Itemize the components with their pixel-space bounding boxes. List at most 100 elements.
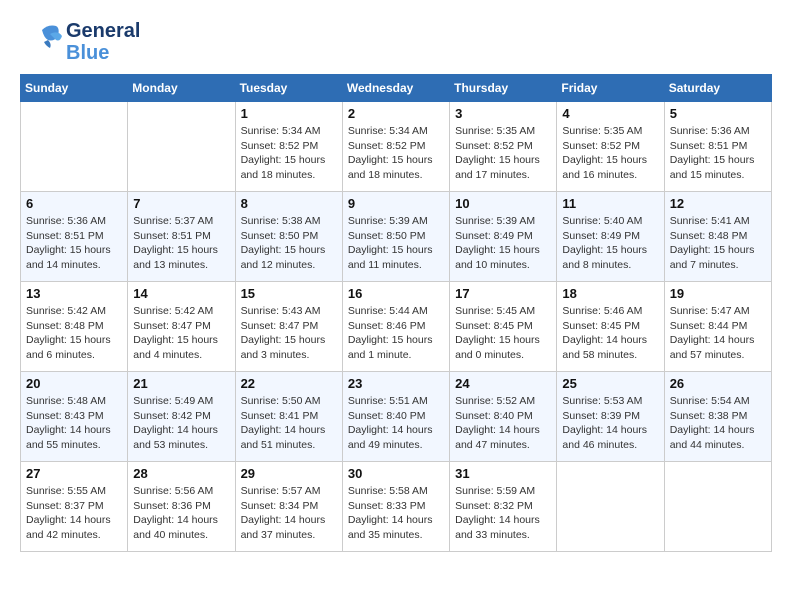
weekday-header-friday: Friday: [557, 75, 664, 102]
day-number: 24: [455, 376, 551, 391]
calendar-cell: 29 Sunrise: 5:57 AM Sunset: 8:34 PM Dayli…: [235, 462, 342, 552]
day-number: 19: [670, 286, 766, 301]
calendar-cell: 3 Sunrise: 5:35 AM Sunset: 8:52 PM Daylig…: [450, 102, 557, 192]
calendar-cell: 28Sunrise: 5:56 AM Sunset: 8:36 PM Dayli…: [128, 462, 235, 552]
day-number: 30: [348, 466, 444, 481]
day-number: 18: [562, 286, 658, 301]
calendar-cell: 22 Sunrise: 5:50 AM Sunset: 8:41 PM Dayli…: [235, 372, 342, 462]
calendar-cell: 5 Sunrise: 5:36 AM Sunset: 8:51 PM Daylig…: [664, 102, 771, 192]
calendar-cell: [21, 102, 128, 192]
calendar-cell: 9 Sunrise: 5:39 AM Sunset: 8:50 PM Daylig…: [342, 192, 449, 282]
day-number: 3: [455, 106, 551, 121]
day-info: Sunrise: 5:51 AM Sunset: 8:40 PM Dayligh…: [348, 394, 444, 453]
day-number: 12: [670, 196, 766, 211]
day-info: Sunrise: 5:53 AM Sunset: 8:39 PM Dayligh…: [562, 394, 658, 453]
day-info: Sunrise: 5:35 AM Sunset: 8:52 PM Dayligh…: [562, 124, 658, 183]
day-info: Sunrise: 5:55 AM Sunset: 8:37 PM Dayligh…: [26, 484, 122, 543]
day-info: Sunrise: 5:45 AM Sunset: 8:45 PM Dayligh…: [455, 304, 551, 363]
day-number: 15: [241, 286, 337, 301]
calendar-cell: 31Sunrise: 5:59 AM Sunset: 8:32 PM Dayli…: [450, 462, 557, 552]
calendar-cell: 2 Sunrise: 5:34 AM Sunset: 8:52 PM Daylig…: [342, 102, 449, 192]
calendar-cell: 14Sunrise: 5:42 AM Sunset: 8:47 PM Dayli…: [128, 282, 235, 372]
day-info: Sunrise: 5:50 AM Sunset: 8:41 PM Dayligh…: [241, 394, 337, 453]
day-number: 17: [455, 286, 551, 301]
calendar-week-2: 6 Sunrise: 5:36 AM Sunset: 8:51 PM Daylig…: [21, 192, 772, 282]
day-number: 22: [241, 376, 337, 391]
calendar-cell: 13 Sunrise: 5:42 AM Sunset: 8:48 PM Dayli…: [21, 282, 128, 372]
day-number: 27: [26, 466, 122, 481]
day-info: Sunrise: 5:46 AM Sunset: 8:45 PM Dayligh…: [562, 304, 658, 363]
day-info: Sunrise: 5:34 AM Sunset: 8:52 PM Dayligh…: [348, 124, 444, 183]
calendar-cell: 27 Sunrise: 5:55 AM Sunset: 8:37 PM Dayli…: [21, 462, 128, 552]
day-info: Sunrise: 5:36 AM Sunset: 8:51 PM Dayligh…: [26, 214, 122, 273]
calendar-cell: 12 Sunrise: 5:41 AM Sunset: 8:48 PM Dayli…: [664, 192, 771, 282]
calendar-week-5: 27 Sunrise: 5:55 AM Sunset: 8:37 PM Dayli…: [21, 462, 772, 552]
logo-blue-label: Blue: [66, 42, 140, 64]
day-number: 8: [241, 196, 337, 211]
calendar-cell: 6 Sunrise: 5:36 AM Sunset: 8:51 PM Daylig…: [21, 192, 128, 282]
calendar-cell: 15 Sunrise: 5:43 AM Sunset: 8:47 PM Dayli…: [235, 282, 342, 372]
day-number: 11: [562, 196, 658, 211]
day-info: Sunrise: 5:44 AM Sunset: 8:46 PM Dayligh…: [348, 304, 444, 363]
calendar-cell: 30Sunrise: 5:58 AM Sunset: 8:33 PM Dayli…: [342, 462, 449, 552]
calendar-cell: [128, 102, 235, 192]
day-info: Sunrise: 5:49 AM Sunset: 8:42 PM Dayligh…: [133, 394, 229, 453]
calendar-cell: 1Sunrise: 5:34 AM Sunset: 8:52 PM Daylig…: [235, 102, 342, 192]
day-info: Sunrise: 5:54 AM Sunset: 8:38 PM Dayligh…: [670, 394, 766, 453]
day-number: 25: [562, 376, 658, 391]
calendar-week-1: 1Sunrise: 5:34 AM Sunset: 8:52 PM Daylig…: [21, 102, 772, 192]
day-info: Sunrise: 5:48 AM Sunset: 8:43 PM Dayligh…: [26, 394, 122, 453]
day-number: 29: [241, 466, 337, 481]
calendar-cell: 16 Sunrise: 5:44 AM Sunset: 8:46 PM Dayli…: [342, 282, 449, 372]
day-number: 6: [26, 196, 122, 211]
day-info: Sunrise: 5:57 AM Sunset: 8:34 PM Dayligh…: [241, 484, 337, 543]
calendar-table: SundayMondayTuesdayWednesdayThursdayFrid…: [20, 74, 772, 552]
day-info: Sunrise: 5:40 AM Sunset: 8:49 PM Dayligh…: [562, 214, 658, 273]
calendar-cell: 19Sunrise: 5:47 AM Sunset: 8:44 PM Dayli…: [664, 282, 771, 372]
day-number: 2: [348, 106, 444, 121]
calendar-cell: [557, 462, 664, 552]
day-info: Sunrise: 5:41 AM Sunset: 8:48 PM Dayligh…: [670, 214, 766, 273]
calendar-cell: 21 Sunrise: 5:49 AM Sunset: 8:42 PM Dayli…: [128, 372, 235, 462]
day-info: Sunrise: 5:39 AM Sunset: 8:49 PM Dayligh…: [455, 214, 551, 273]
calendar-cell: 20 Sunrise: 5:48 AM Sunset: 8:43 PM Dayli…: [21, 372, 128, 462]
logo: General Blue: [20, 20, 140, 64]
logo-general-label: General: [66, 20, 140, 42]
calendar-week-4: 20 Sunrise: 5:48 AM Sunset: 8:43 PM Dayli…: [21, 372, 772, 462]
day-info: Sunrise: 5:38 AM Sunset: 8:50 PM Dayligh…: [241, 214, 337, 273]
logo-bird-shape-icon: [20, 20, 64, 64]
day-info: Sunrise: 5:35 AM Sunset: 8:52 PM Dayligh…: [455, 124, 551, 183]
day-number: 16: [348, 286, 444, 301]
day-info: Sunrise: 5:52 AM Sunset: 8:40 PM Dayligh…: [455, 394, 551, 453]
day-number: 9: [348, 196, 444, 211]
weekday-header-wednesday: Wednesday: [342, 75, 449, 102]
day-info: Sunrise: 5:42 AM Sunset: 8:47 PM Dayligh…: [133, 304, 229, 363]
day-number: 21: [133, 376, 229, 391]
day-number: 10: [455, 196, 551, 211]
day-number: 7: [133, 196, 229, 211]
calendar-cell: 26 Sunrise: 5:54 AM Sunset: 8:38 PM Dayli…: [664, 372, 771, 462]
calendar-cell: 24 Sunrise: 5:52 AM Sunset: 8:40 PM Dayli…: [450, 372, 557, 462]
day-info: Sunrise: 5:36 AM Sunset: 8:51 PM Dayligh…: [670, 124, 766, 183]
day-number: 5: [670, 106, 766, 121]
day-number: 23: [348, 376, 444, 391]
calendar-cell: 25 Sunrise: 5:53 AM Sunset: 8:39 PM Dayli…: [557, 372, 664, 462]
day-number: 20: [26, 376, 122, 391]
day-info: Sunrise: 5:56 AM Sunset: 8:36 PM Dayligh…: [133, 484, 229, 543]
calendar-cell: 7 Sunrise: 5:37 AM Sunset: 8:51 PM Daylig…: [128, 192, 235, 282]
day-number: 13: [26, 286, 122, 301]
day-number: 4: [562, 106, 658, 121]
day-info: Sunrise: 5:43 AM Sunset: 8:47 PM Dayligh…: [241, 304, 337, 363]
day-number: 31: [455, 466, 551, 481]
day-info: Sunrise: 5:39 AM Sunset: 8:50 PM Dayligh…: [348, 214, 444, 273]
day-info: Sunrise: 5:37 AM Sunset: 8:51 PM Dayligh…: [133, 214, 229, 273]
calendar-week-3: 13 Sunrise: 5:42 AM Sunset: 8:48 PM Dayli…: [21, 282, 772, 372]
calendar-cell: 23 Sunrise: 5:51 AM Sunset: 8:40 PM Dayli…: [342, 372, 449, 462]
weekday-header-sunday: Sunday: [21, 75, 128, 102]
day-number: 26: [670, 376, 766, 391]
weekday-header-thursday: Thursday: [450, 75, 557, 102]
calendar-cell: 8 Sunrise: 5:38 AM Sunset: 8:50 PM Daylig…: [235, 192, 342, 282]
page-header: General Blue: [20, 20, 772, 64]
calendar-cell: 11 Sunrise: 5:40 AM Sunset: 8:49 PM Dayli…: [557, 192, 664, 282]
day-info: Sunrise: 5:42 AM Sunset: 8:48 PM Dayligh…: [26, 304, 122, 363]
